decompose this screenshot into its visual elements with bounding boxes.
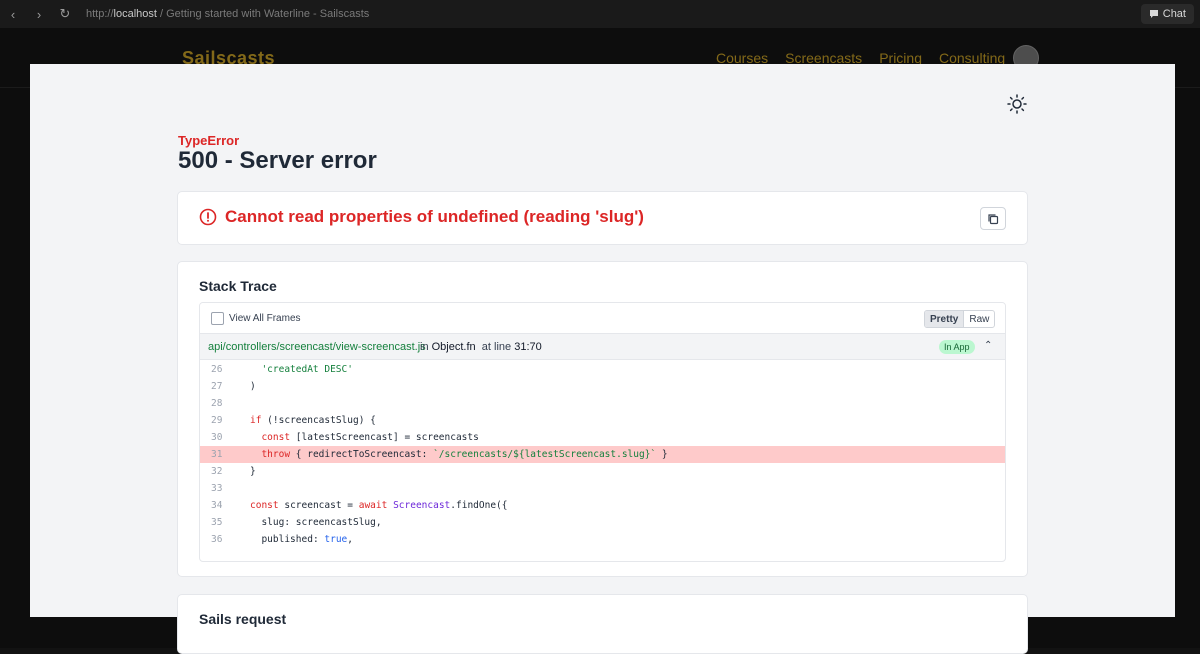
alert-circle-icon	[199, 208, 217, 226]
code-line: 31 throw { redirectToScreencast: `/scree…	[200, 446, 1005, 463]
line-number: 35	[211, 517, 223, 528]
view-mode-toggle: Pretty Raw	[924, 310, 996, 328]
code-line: 28	[200, 395, 1005, 412]
code-line: 33	[200, 480, 1005, 497]
error-type: TypeError	[178, 133, 240, 148]
frame-panel: View All Frames Pretty Raw api/controlle…	[199, 302, 1006, 562]
line-source: slug: screencastSlug,	[261, 517, 382, 528]
code-line: 34 const screencast = await Screencast.fi…	[200, 497, 1005, 514]
line-number: 27	[211, 381, 223, 392]
chat-button[interactable]: Chat	[1140, 4, 1194, 24]
page-title: 500 - Server error	[178, 147, 377, 174]
error-message: Cannot read properties of undefined (rea…	[225, 207, 644, 226]
view-all-frames-checkbox[interactable]	[211, 312, 224, 325]
raw-button[interactable]: Raw	[964, 311, 994, 327]
copy-icon	[988, 213, 999, 224]
url-title: / Getting started with Waterline - Sails…	[156, 8, 370, 20]
line-number: 36	[211, 534, 223, 545]
pretty-button[interactable]: Pretty	[925, 311, 964, 327]
line-number: 33	[211, 483, 223, 494]
chevron-up-icon[interactable]: ⌃	[984, 340, 992, 351]
sun-icon[interactable]	[1007, 94, 1027, 114]
in-app-badge: In App	[939, 340, 975, 354]
line-source: 'createdAt DESC'	[261, 364, 353, 375]
frame-toolbar: View All Frames Pretty Raw	[200, 303, 1005, 334]
code-line: 32}	[200, 463, 1005, 480]
code-line: 36 published: true,	[200, 531, 1005, 548]
back-button[interactable]: ‹	[0, 0, 26, 28]
copy-button[interactable]	[980, 207, 1006, 230]
line-number: 30	[211, 432, 223, 443]
code-line: 30 const [latestScreencast] = screencast…	[200, 429, 1005, 446]
line-source: const [latestScreencast] = screencasts	[261, 432, 479, 443]
line-number: 31	[211, 449, 223, 460]
code-snippet: 26 'createdAt DESC' 27) 28 29 if (!screencas…	[200, 361, 1005, 548]
line-number: 34	[211, 500, 223, 511]
line-number: 29	[211, 415, 223, 426]
code-line: 26 'createdAt DESC'	[200, 361, 1005, 378]
code-line: 35 slug: screencastSlug,	[200, 514, 1005, 531]
frame-position: 31:70	[514, 341, 542, 353]
line-source: if (!screencastSlug) {	[250, 415, 376, 426]
url-scheme: http://	[86, 8, 114, 20]
stack-trace-title: Stack Trace	[199, 278, 277, 294]
line-source: const screencast = await Screencast.find…	[250, 500, 508, 511]
frame-header[interactable]: api/controllers/screencast/view-screenca…	[200, 334, 1005, 360]
chat-label: Chat	[1162, 8, 1186, 20]
line-number: 32	[211, 466, 223, 477]
code-line: 29 if (!screencastSlug) {	[200, 412, 1005, 429]
line-source: throw { redirectToScreencast: `/screenca…	[261, 449, 668, 460]
frame-file-path: api/controllers/screencast/view-screenca…	[208, 341, 426, 353]
frame-at-line-label: at line	[481, 341, 512, 353]
address-bar[interactable]: http://localhost / Getting started with …	[86, 8, 369, 20]
line-source: }	[250, 466, 256, 477]
chat-bubble-icon	[1149, 10, 1158, 18]
forward-button[interactable]: ›	[26, 0, 52, 28]
line-source: )	[250, 381, 256, 392]
sails-request-card: Sails request	[177, 594, 1028, 654]
frame-function: Object.fn	[431, 341, 476, 353]
line-number: 26	[211, 364, 223, 375]
line-number: 28	[211, 398, 223, 409]
code-line: 27)	[200, 378, 1005, 395]
url-host: localhost	[113, 8, 157, 20]
browser-toolbar: ‹ › ↻ http://localhost / Getting started…	[0, 0, 1200, 28]
error-message-card: Cannot read properties of undefined (rea…	[177, 191, 1028, 245]
line-source: published: true,	[261, 534, 354, 545]
view-all-frames-label[interactable]: View All Frames	[229, 313, 301, 324]
sails-request-title: Sails request	[199, 611, 287, 627]
reload-button[interactable]: ↻	[52, 0, 78, 28]
frame-location: in Object.fn at line 31:70	[420, 341, 542, 353]
frame-in-label: in	[420, 341, 429, 353]
stack-trace-card: Stack Trace View All Frames Pretty Raw a…	[177, 261, 1028, 577]
